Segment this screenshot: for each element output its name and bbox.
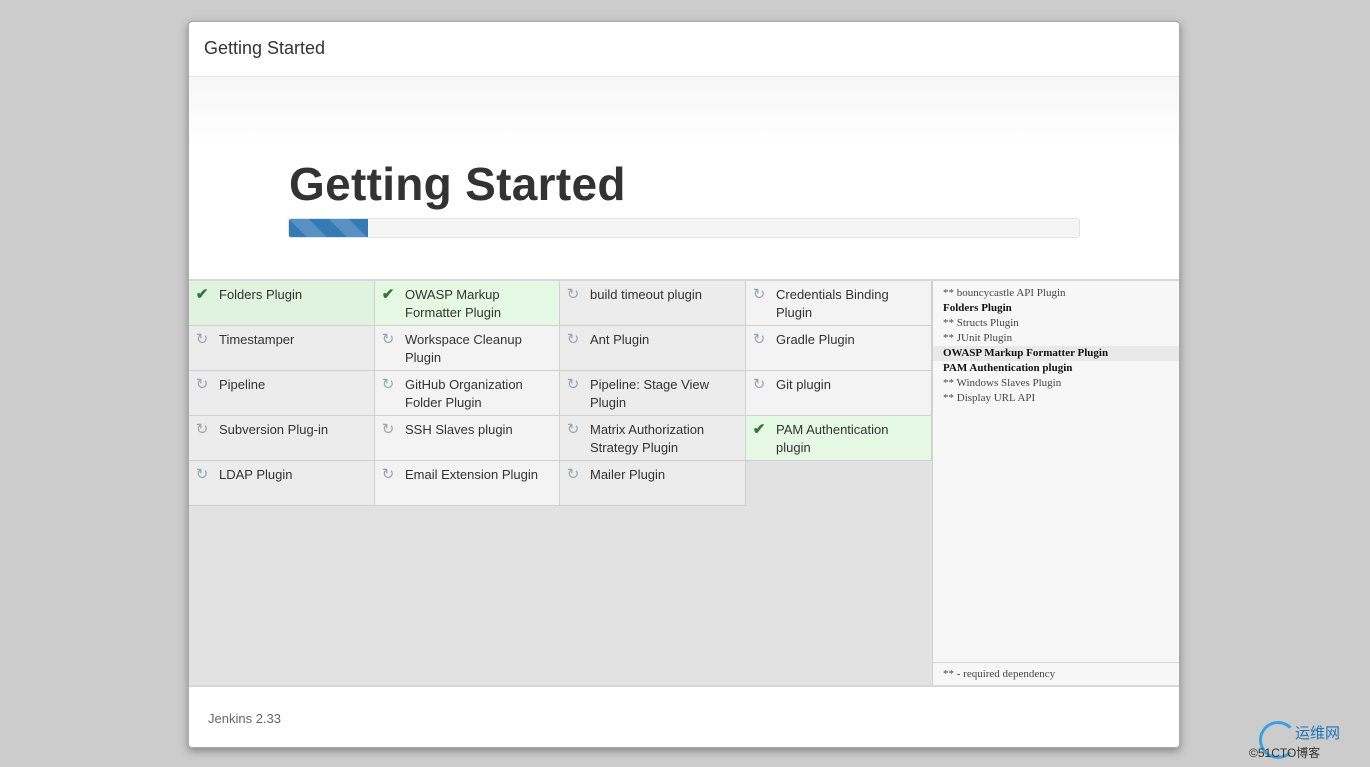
log-line: ** bouncycastle API Plugin xyxy=(943,287,1066,299)
plugin-name: SSH Slaves plugin xyxy=(405,422,513,437)
plugin-name: Git plugin xyxy=(776,377,831,392)
dependency-legend: ** - required dependency xyxy=(933,662,1179,685)
refresh-icon: ↻ xyxy=(566,331,580,348)
plugin-name: PAM Authentication plugin xyxy=(776,422,889,455)
plugin-name: Pipeline xyxy=(219,377,266,392)
watermark-logo: 运维网 ©51CTO博客 xyxy=(1249,721,1364,761)
install-log-lines: ** bouncycastle API Plugin Folders Plugin… xyxy=(933,281,1179,406)
refresh-icon: ↻ xyxy=(381,376,395,393)
plugin-tile: ↻ Gradle Plugin xyxy=(746,326,932,371)
plugin-tile: ✔ OWASP Markup Formatter Plugin xyxy=(375,281,560,326)
log-line: ** JUnit Plugin xyxy=(943,332,1013,344)
check-icon: ✔ xyxy=(752,421,766,438)
log-line: PAM Authentication plugin xyxy=(943,362,1073,374)
log-line: Folders Plugin xyxy=(943,302,1012,314)
plugin-name: Subversion Plug-in xyxy=(219,422,329,437)
refresh-icon: ↻ xyxy=(752,331,766,348)
jenkins-version: Jenkins 2.33 xyxy=(208,711,281,726)
refresh-icon: ↻ xyxy=(381,331,395,348)
refresh-icon: ↻ xyxy=(752,286,766,303)
plugin-tile: ↻ Credentials Binding Plugin xyxy=(746,281,932,326)
plugin-name: Timestamper xyxy=(219,332,295,347)
plugin-tile: ↻ Pipeline: Stage View Plugin xyxy=(560,371,746,416)
plugin-name: GitHub Organization Folder Plugin xyxy=(405,377,523,410)
plugin-tile: ↻ Matrix Authorization Strategy Plugin xyxy=(560,416,746,461)
check-icon: ✔ xyxy=(381,286,395,303)
dialog-footer: Jenkins 2.33 xyxy=(189,685,1179,747)
refresh-icon: ↻ xyxy=(566,376,580,393)
log-line: ** Windows Slaves Plugin xyxy=(943,377,1062,389)
refresh-icon: ↻ xyxy=(566,421,580,438)
plugin-name: Folders Plugin xyxy=(219,287,303,302)
log-line: ** Structs Plugin xyxy=(943,317,1019,329)
dialog-header: Getting Started xyxy=(189,22,1179,77)
plugin-name: LDAP Plugin xyxy=(219,467,293,482)
watermark-sub: ©51CTO博客 xyxy=(1249,746,1321,760)
watermark-brand: 运维网 xyxy=(1295,724,1341,742)
plugin-name: Ant Plugin xyxy=(590,332,650,347)
install-progress-fill xyxy=(289,219,368,237)
hero-section: Getting Started xyxy=(189,77,1179,281)
plugin-name: Gradle Plugin xyxy=(776,332,855,347)
plugin-tile: ↻ Subversion Plug-in xyxy=(189,416,375,461)
setup-dialog: Getting Started Getting Started ✔ Folders… xyxy=(188,21,1180,748)
refresh-icon: ↻ xyxy=(566,286,580,303)
plugin-tile: ✔ PAM Authentication plugin xyxy=(746,416,932,461)
plugin-tile: ✔ Folders Plugin xyxy=(189,281,375,326)
plugin-name: OWASP Markup Formatter Plugin xyxy=(405,287,502,320)
plugin-tile: ↻ Pipeline xyxy=(189,371,375,416)
plugin-tile: ↻ Git plugin xyxy=(746,371,932,416)
refresh-icon: ↻ xyxy=(566,466,580,483)
page-title: Getting Started xyxy=(289,158,626,210)
install-log-panel: ** bouncycastle API Plugin Folders Plugin… xyxy=(932,281,1179,685)
refresh-icon: ↻ xyxy=(195,466,209,483)
plugin-tile: ↻ build timeout plugin xyxy=(560,281,746,326)
plugin-name: Email Extension Plugin xyxy=(405,467,538,482)
log-line: OWASP Markup Formatter Plugin xyxy=(933,346,1179,361)
plugin-tile: ↻ SSH Slaves plugin xyxy=(375,416,560,461)
refresh-icon: ↻ xyxy=(381,466,395,483)
dialog-title: Getting Started xyxy=(204,38,326,58)
plugin-tile: ↻ Timestamper xyxy=(189,326,375,371)
plugin-name: Credentials Binding Plugin xyxy=(776,287,889,320)
refresh-icon: ↻ xyxy=(752,376,766,393)
plugin-grid-area: ✔ Folders Plugin ✔ OWASP Markup Formatter P… xyxy=(189,281,932,685)
install-progress-bar xyxy=(288,218,1080,238)
plugin-name: Pipeline: Stage View Plugin xyxy=(590,377,710,410)
plugin-grid: ✔ Folders Plugin ✔ OWASP Markup Formatter P… xyxy=(189,281,932,506)
plugin-tile: ↻ Workspace Cleanup Plugin xyxy=(375,326,560,371)
plugin-tile: ↻ Mailer Plugin xyxy=(560,461,746,506)
plugin-tile: ↻ GitHub Organization Folder Plugin xyxy=(375,371,560,416)
plugin-name: build timeout plugin xyxy=(590,287,703,302)
plugin-name: Mailer Plugin xyxy=(590,467,666,482)
plugin-name: Workspace Cleanup Plugin xyxy=(405,332,522,365)
refresh-icon: ↻ xyxy=(195,331,209,348)
plugin-tile: ↻ Email Extension Plugin xyxy=(375,461,560,506)
plugin-tile: ↻ Ant Plugin xyxy=(560,326,746,371)
check-icon: ✔ xyxy=(195,286,209,303)
log-line: ** Display URL API xyxy=(943,392,1036,404)
refresh-icon: ↻ xyxy=(381,421,395,438)
plugin-name: Matrix Authorization Strategy Plugin xyxy=(590,422,705,455)
plugin-tile: ↻ LDAP Plugin xyxy=(189,461,375,506)
refresh-icon: ↻ xyxy=(195,376,209,393)
refresh-icon: ↻ xyxy=(195,421,209,438)
